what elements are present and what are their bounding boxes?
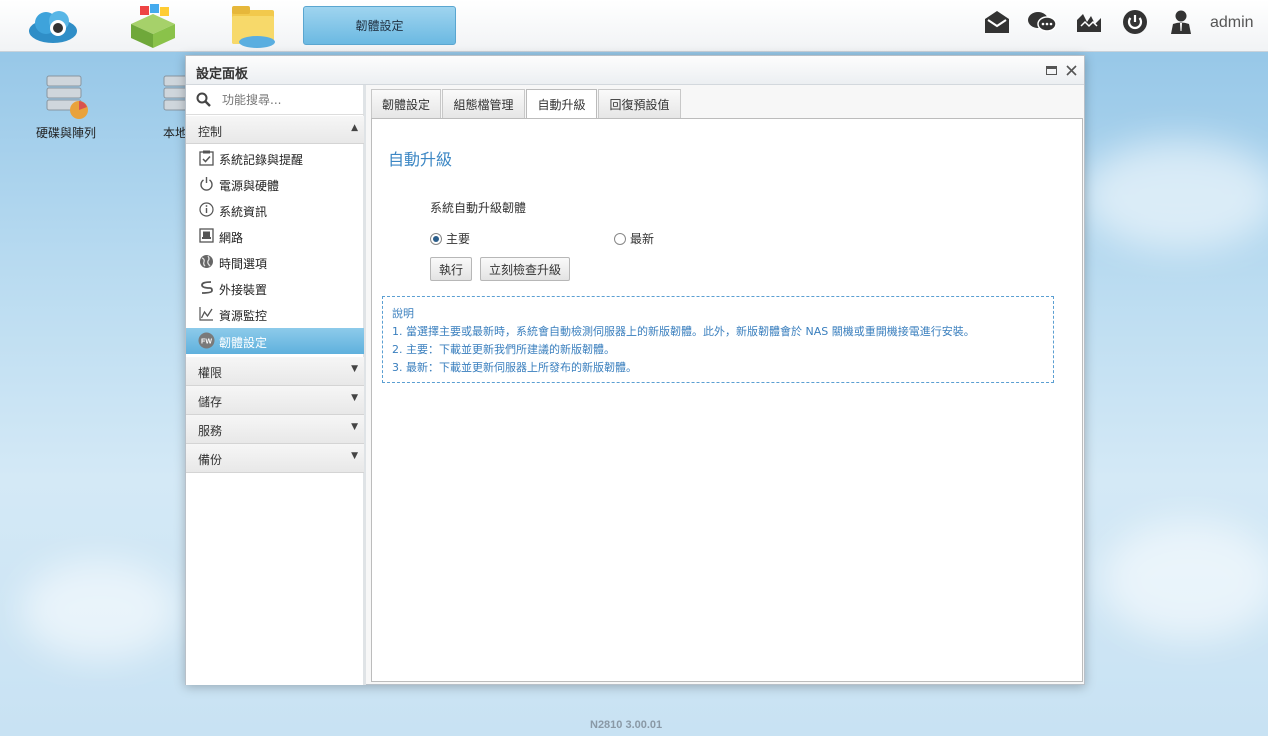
section-label: 服務 [198, 424, 223, 438]
content-panel: 自動升級 系統自動升級韌體 主要 最新 執行 立刻檢查升級 說明 1. 當選擇主… [371, 118, 1083, 682]
maximize-icon[interactable] [1043, 62, 1059, 78]
active-app-label: 韌體設定 [355, 19, 404, 33]
description-line: 1. 當選擇主要或最新時，系統會自動檢測伺服器上的新版韌體。此外，新版韌體會於 … [392, 325, 975, 338]
section-services[interactable]: 服務 ▼ [186, 415, 364, 444]
app-center-icon[interactable] [125, 4, 181, 48]
disk-array-icon [41, 72, 91, 122]
tab-firmware-settings[interactable]: 韌體設定 [371, 89, 441, 118]
checklist-icon [198, 149, 215, 166]
cloud-decoration [20, 560, 180, 660]
section-permissions[interactable]: 權限 ▼ [186, 357, 364, 386]
expand-arrow-icon: ▼ [351, 451, 358, 461]
expand-arrow-icon: ▼ [351, 422, 358, 432]
sidebar-item-label: 電源與硬體 [219, 179, 280, 193]
window-titlebar[interactable]: 設定面板 [186, 56, 1084, 85]
section-backup[interactable]: 備份 ▼ [186, 444, 364, 473]
chart-icon [198, 305, 215, 322]
network-icon [198, 227, 215, 244]
radio-latest[interactable]: 最新 [614, 230, 654, 247]
file-manager-icon[interactable] [225, 4, 281, 48]
option-label: 系統自動升級韌體 [430, 201, 527, 215]
description-box: 說明 1. 當選擇主要或最新時，系統會自動檢測伺服器上的新版韌體。此外，新版韌體… [382, 296, 1054, 383]
sidebar-item-network[interactable]: 網路 [186, 223, 364, 249]
section-storage[interactable]: 儲存 ▼ [186, 386, 364, 415]
version-label: N2810 3.00.01 [590, 719, 663, 731]
button-label: 立刻檢查升級 [488, 262, 561, 277]
top-bar: 韌體設定 admin [0, 0, 1268, 52]
sidebar-item-system-log[interactable]: 系統記錄與提醒 [186, 145, 364, 171]
sidebar-item-label: 網路 [219, 231, 244, 245]
sidebar-item-power-hardware[interactable]: 電源與硬體 [186, 171, 364, 197]
user-icon[interactable] [1166, 8, 1196, 36]
cloud-decoration [1080, 140, 1268, 250]
tab-label: 回復預設值 [609, 97, 670, 112]
sidebar-item-label: 外接裝置 [219, 283, 268, 297]
apply-button[interactable]: 執行 [430, 257, 472, 281]
radio-label: 最新 [630, 232, 655, 246]
section-label: 儲存 [198, 395, 223, 409]
active-app-tab[interactable]: 韌體設定 [303, 6, 456, 45]
power-icon[interactable] [1120, 8, 1150, 36]
close-icon[interactable] [1063, 62, 1079, 78]
page-title: 自動升級 [388, 150, 453, 169]
desktop-icon-label: 硬碟與陣列 [35, 126, 96, 140]
radio-button-checked[interactable] [430, 232, 442, 245]
username-label[interactable]: admin [1210, 14, 1254, 32]
sidebar-item-label: 時間選項 [219, 257, 268, 271]
expand-arrow-icon: ▼ [351, 393, 358, 403]
settings-window: 設定面板 控制 ▲ 系統記錄與提醒 電 [185, 55, 1085, 685]
search-icon [196, 92, 211, 110]
svg-text:FW: FW [201, 339, 212, 346]
search-box[interactable] [186, 85, 364, 115]
description-line: 3. 最新：下載並更新伺服器上所發布的新版韌體。 [392, 361, 637, 374]
section-label: 備份 [198, 453, 223, 467]
usb-icon [198, 279, 215, 296]
cloud-decoration [1100, 520, 1268, 640]
info-icon [198, 201, 215, 218]
sidebar-item-time[interactable]: 時間選項 [186, 249, 364, 275]
tab-label: 自動升級 [537, 98, 586, 112]
expand-arrow-icon: ▼ [351, 364, 358, 374]
radio-main[interactable]: 主要 [430, 230, 470, 247]
collapse-arrow-icon: ▲ [351, 123, 358, 133]
desktop-icon-label: 本地 [163, 126, 188, 140]
tab-config-management[interactable]: 組態檔管理 [442, 89, 525, 118]
fw-icon: FW [198, 332, 215, 349]
sidebar-item-firmware[interactable]: FW 韌體設定 [186, 328, 364, 354]
sidebar-item-label: 韌體設定 [219, 336, 268, 350]
section-label: 控制 [198, 125, 223, 139]
tab-label: 組態檔管理 [453, 97, 514, 112]
description-heading: 說明 [392, 307, 414, 320]
section-label: 權限 [198, 366, 223, 380]
desktop-icon-local[interactable]: 本地 [140, 72, 190, 141]
description-line: 2. 主要：下載並更新我們所建議的新版韌體。 [392, 343, 615, 356]
tab-auto-upgrade[interactable]: 自動升級 [526, 89, 597, 119]
sidebar-item-resource-monitor[interactable]: 資源監控 [186, 301, 364, 327]
sidebar-item-external-devices[interactable]: 外接裝置 [186, 275, 364, 301]
sidebar-item-label: 系統資訊 [219, 205, 268, 219]
section-control[interactable]: 控制 ▲ [186, 116, 364, 144]
sidebar-item-system-info[interactable]: 系統資訊 [186, 197, 364, 223]
globe-icon [198, 253, 215, 270]
mail-icon[interactable] [982, 8, 1012, 36]
desktop-icon-disk-array[interactable]: 硬碟與陣列 [28, 72, 104, 141]
tab-restore-defaults[interactable]: 回復預設值 [598, 89, 681, 118]
sidebar-item-label: 系統記錄與提醒 [219, 153, 304, 167]
cloud-app-icon[interactable] [25, 4, 81, 48]
sidebar: 控制 ▲ 系統記錄與提醒 電源與硬體 系統資訊 網路 [186, 85, 366, 685]
radio-label: 主要 [446, 232, 471, 246]
check-upgrade-button[interactable]: 立刻檢查升級 [480, 257, 570, 281]
chat-icon[interactable] [1027, 8, 1057, 36]
tab-label: 韌體設定 [381, 97, 430, 112]
sidebar-item-label: 資源監控 [219, 309, 268, 323]
search-input[interactable] [222, 93, 352, 107]
button-label: 執行 [438, 262, 463, 277]
window-title: 設定面板 [196, 67, 249, 82]
power-icon [198, 175, 215, 192]
radio-button[interactable] [614, 232, 626, 245]
resource-monitor-icon[interactable] [1074, 8, 1104, 36]
